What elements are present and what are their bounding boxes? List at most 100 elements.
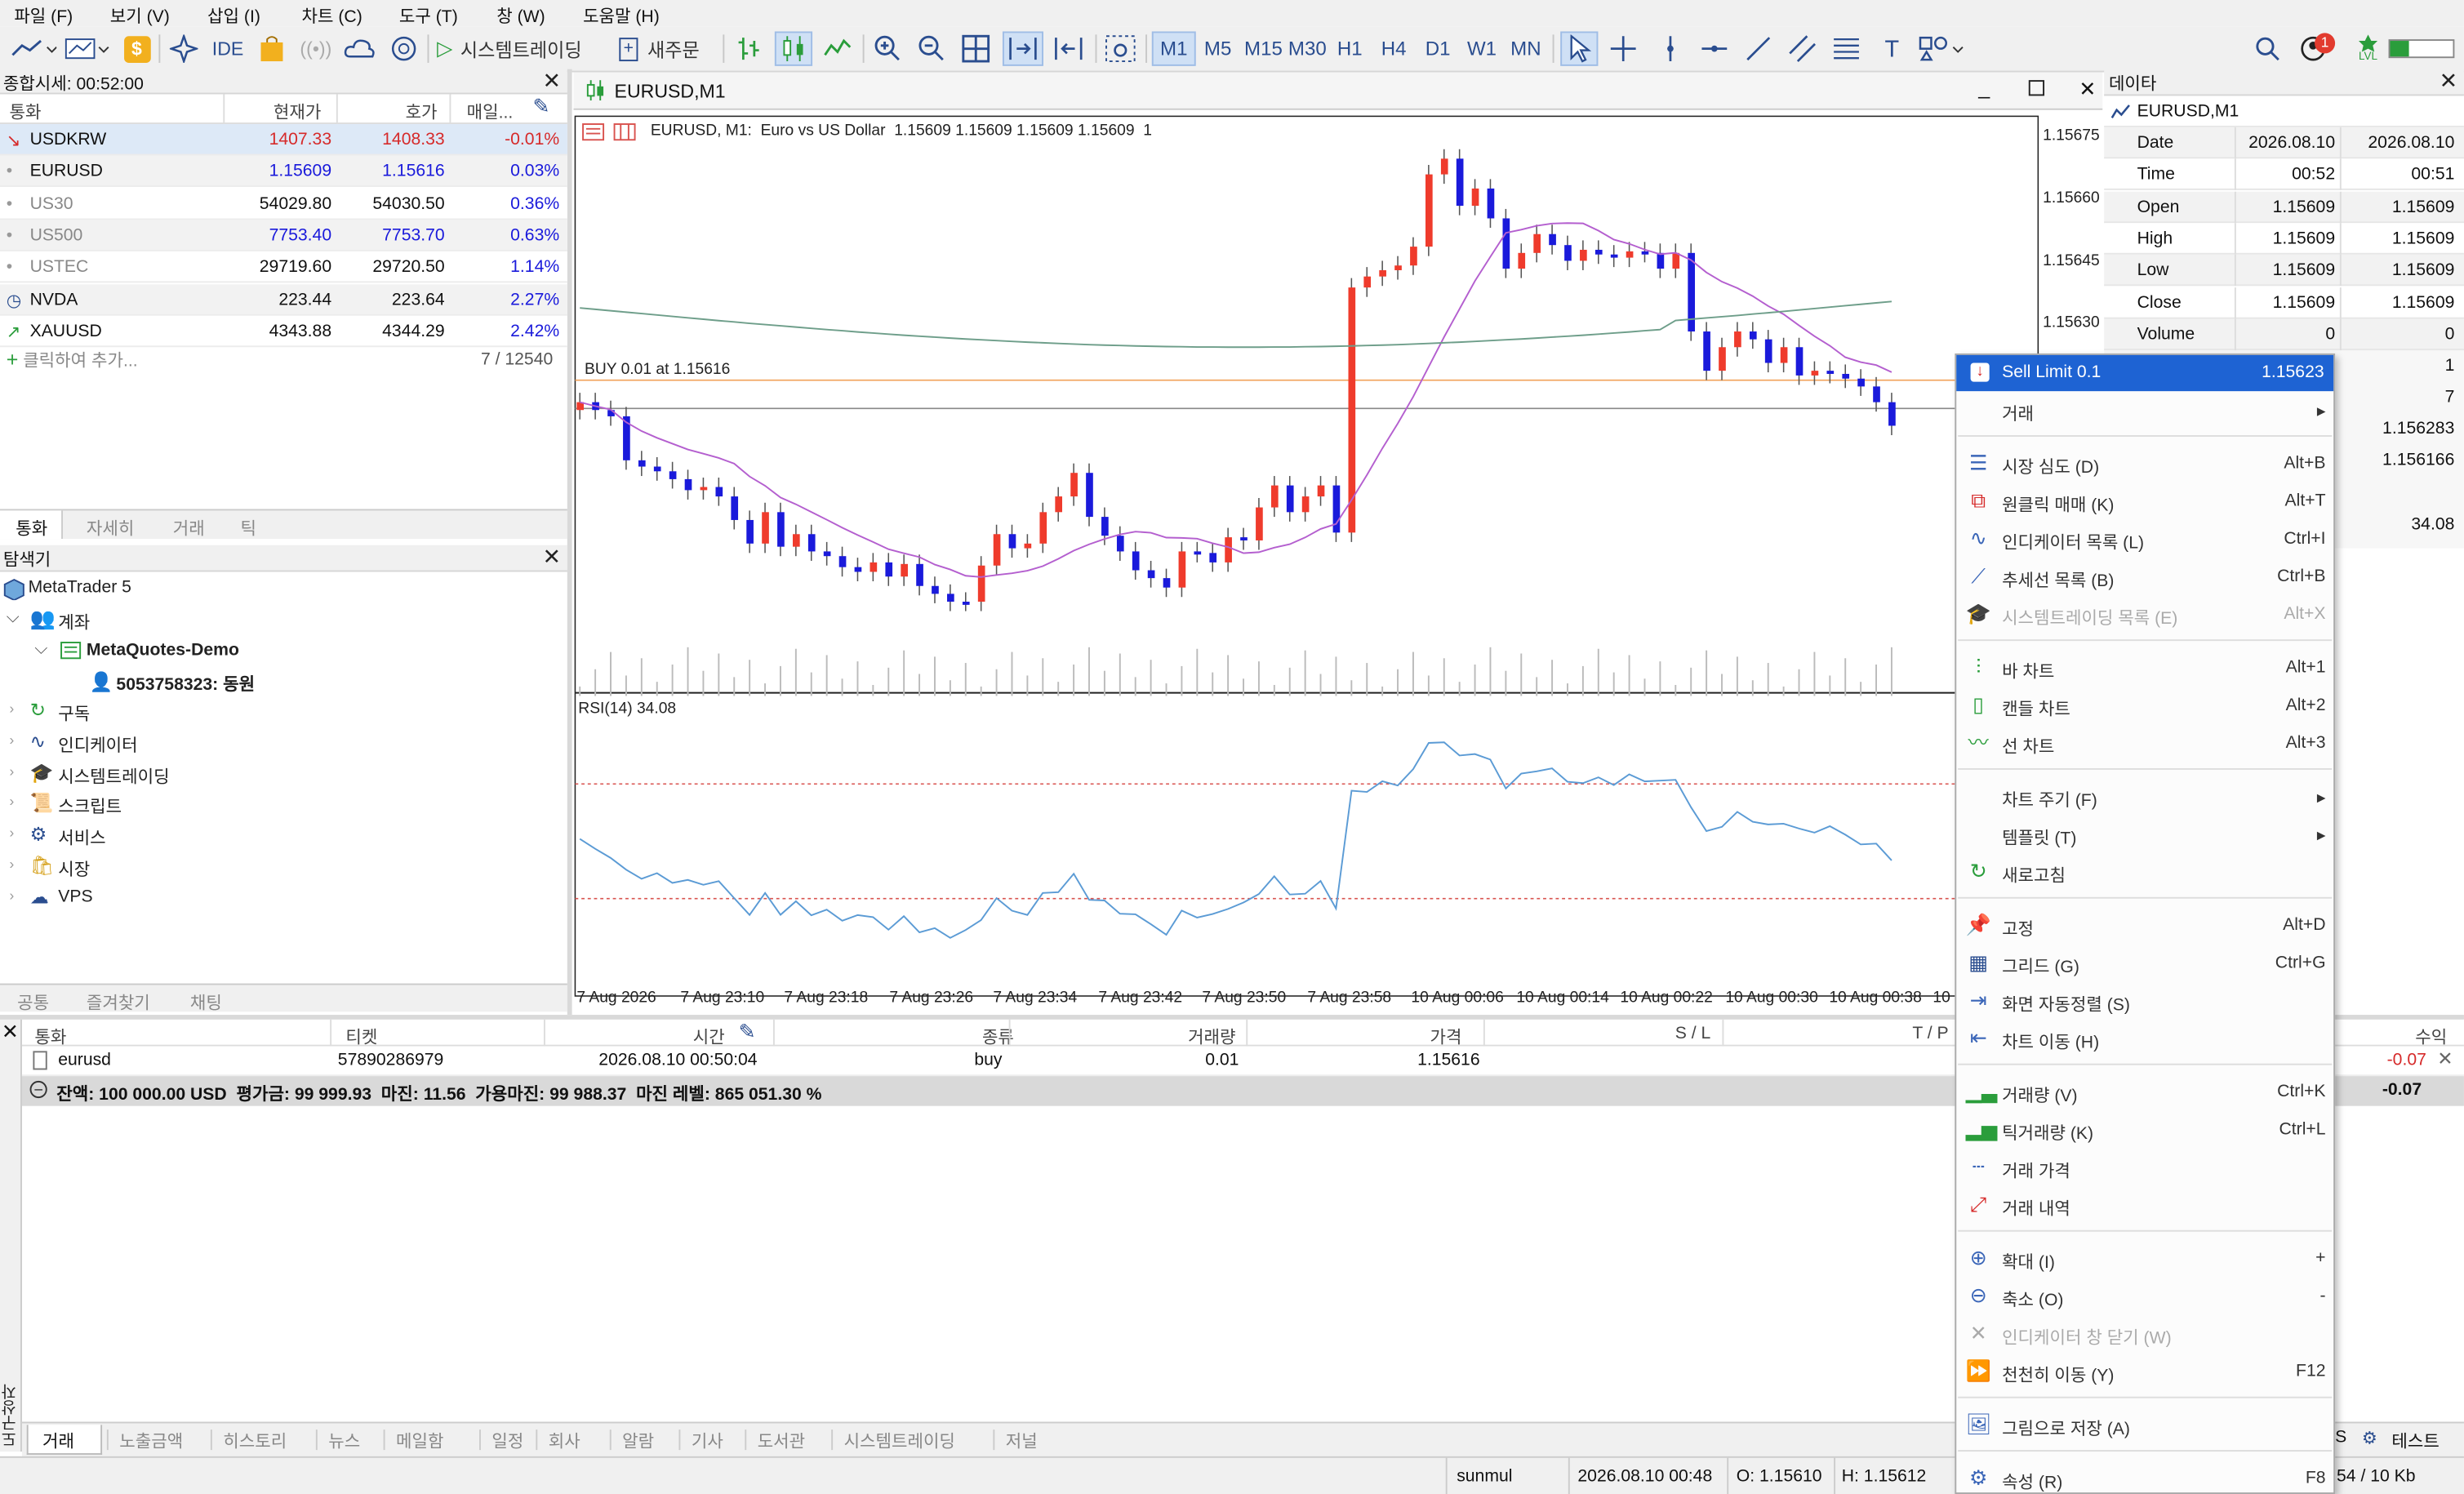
edit-columns-icon[interactable]: ✎ — [532, 94, 549, 119]
close-icon[interactable]: ✕ — [2440, 68, 2458, 95]
context-item-23[interactable]: ┄ 거래 가격 — [1955, 1149, 2335, 1186]
chart-shift-icon[interactable] — [1048, 31, 1089, 65]
timeframe-d1[interactable]: D1 — [1416, 31, 1460, 65]
mw-row-xauusd[interactable]: ↗ XAUUSD 4343.88 4344.29 2.42% — [0, 315, 567, 347]
context-item-29[interactable]: ⏩ 천천히 이동 (Y) F12 — [1955, 1353, 2335, 1390]
nav-account[interactable]: 5053758323: 동원 — [116, 671, 255, 696]
nav-tab-common[interactable]: 공통 — [17, 989, 49, 1015]
toolbox-tab-4[interactable]: 메일함 — [396, 1428, 443, 1453]
level-icon[interactable]: LVL — [2351, 31, 2385, 65]
mw-tab-details[interactable]: 자세히 — [87, 515, 134, 540]
context-item-18[interactable]: ⇥ 화면 자동정렬 (S) — [1955, 982, 2335, 1020]
context-item-5[interactable]: ⟋ 추세선 목록 (B) Ctrl+B — [1955, 558, 2335, 595]
trade-col-sl[interactable]: S / L — [1675, 1025, 1711, 1043]
buy-position-label[interactable]: BUY 0.01 at 1.15616 — [585, 362, 730, 379]
timeframe-m15[interactable]: M15 — [1240, 31, 1288, 65]
tab-s[interactable]: S — [2335, 1428, 2346, 1447]
mw-row-eurusd[interactable]: • EURUSD 1.15609 1.15616 0.03% — [0, 156, 567, 188]
context-item-9[interactable]: ▯ 캔들 차트 Alt+2 — [1955, 687, 2335, 724]
screenshot-icon[interactable] — [1101, 31, 1139, 65]
context-item-31[interactable]: 🖼 그림으로 저장 (A) — [1955, 1406, 2335, 1443]
context-item-17[interactable]: ▦ 그리드 (G) Ctrl+G — [1955, 945, 2335, 982]
expand-icon[interactable]: ⌵ — [34, 639, 47, 660]
market-bag-icon[interactable] — [255, 31, 289, 65]
trade-col-tp[interactable]: T / P — [1912, 1025, 1948, 1043]
expand-icon[interactable]: ⌵ — [7, 608, 20, 629]
cloud-icon[interactable] — [343, 31, 377, 65]
context-item-12[interactable]: 차트 주기 (F) ▸ — [1955, 778, 2335, 816]
toolbox-tab-2[interactable]: 히스토리 — [223, 1428, 287, 1453]
mw-row-us500[interactable]: • US500 7753.40 7753.70 0.63% — [0, 220, 567, 251]
mw-row-usdkrw[interactable]: ↘ USDKRW 1407.33 1408.33 -0.01% — [0, 124, 567, 156]
menu-insert[interactable]: 삽입 (I) — [207, 3, 260, 29]
search-icon[interactable] — [2250, 31, 2284, 65]
context-item-4[interactable]: ∿ 인디케이터 목록 (L) Ctrl+I — [1955, 520, 2335, 558]
nav-item-4[interactable]: 서비스 — [58, 825, 105, 851]
algo-trading-button[interactable]: ▷ 시스템트레이딩 — [437, 31, 613, 65]
menu-window[interactable]: 창 (W) — [496, 3, 545, 29]
nav-server[interactable]: MetaQuotes-Demo — [87, 641, 239, 660]
nav-item-6[interactable]: VPS — [58, 887, 92, 906]
expand-icon[interactable]: › — [10, 825, 15, 841]
chart-type-dropdown-icon[interactable] — [7, 31, 60, 65]
nav-item-3[interactable]: 스크립트 — [58, 794, 122, 820]
cursor-icon[interactable] — [1560, 31, 1599, 66]
minimize-icon[interactable]: _ — [1978, 75, 1990, 99]
collapse-icon[interactable]: – — [29, 1080, 47, 1099]
vertical-line-icon[interactable] — [1652, 31, 1689, 65]
nav-root[interactable]: MetaTrader 5 — [29, 578, 131, 597]
toolbox-tab-5[interactable]: 일정 — [491, 1428, 523, 1453]
timeframe-h1[interactable]: H1 — [1328, 31, 1372, 65]
context-item-2[interactable]: ☰ 시장 심도 (D) Alt+B — [1955, 445, 2335, 482]
timeframe-m1[interactable]: M1 — [1151, 31, 1196, 66]
fibonacci-icon[interactable] — [1827, 31, 1865, 65]
trendline-icon[interactable] — [1740, 31, 1777, 65]
mw-col-change[interactable]: 매일... — [467, 99, 514, 124]
context-item-10[interactable]: 〰 선 차트 Alt+3 — [1955, 724, 2335, 762]
mw-row-us30[interactable]: • US30 54029.80 54030.50 0.36% — [0, 188, 567, 220]
edit-columns-icon[interactable]: ✎ — [739, 1020, 756, 1045]
context-item-8[interactable]: ⫶ 바 차트 Alt+1 — [1955, 649, 2335, 687]
expand-icon[interactable]: › — [10, 794, 15, 810]
zoom-out-icon[interactable] — [913, 31, 950, 65]
toolbox-tab-6[interactable]: 회사 — [549, 1428, 580, 1453]
mw-col-ask[interactable]: 호가 — [406, 99, 438, 124]
mw-col-symbol[interactable]: 통화 — [10, 99, 42, 124]
ide-button[interactable]: IDE — [204, 31, 251, 65]
context-item-13[interactable]: 템플릿 (T) ▸ — [1955, 816, 2335, 853]
menu-charts[interactable]: 차트 (C) — [302, 3, 362, 29]
toolbox-tab-1[interactable]: 노출금액 — [119, 1428, 183, 1453]
mw-row-ustec[interactable]: • USTEC 29719.60 29720.50 1.14% — [0, 251, 567, 283]
expand-icon[interactable]: › — [10, 700, 15, 716]
text-tool-icon[interactable]: T — [1873, 31, 1910, 65]
timeframe-w1[interactable]: W1 — [1460, 31, 1504, 65]
tile-windows-icon[interactable] — [957, 31, 994, 65]
mw-row-nvda[interactable]: ◷ NVDA 223.44 223.64 2.27% — [0, 283, 567, 315]
expand-icon[interactable]: › — [10, 731, 15, 747]
mw-add-symbol[interactable]: + 클릭하여 추가... — [7, 347, 138, 372]
signal-icon[interactable]: ((•)) — [299, 31, 333, 65]
close-icon[interactable]: ✕ — [2, 1020, 19, 1045]
close-icon[interactable]: ✕ — [2079, 77, 2096, 102]
context-item-22[interactable]: ▂▅ 틱거래량 (K) Ctrl+L — [1955, 1110, 2335, 1148]
auto-scroll-icon[interactable] — [1002, 31, 1044, 66]
expand-icon[interactable]: › — [10, 763, 15, 778]
nav-item-2[interactable]: 시스템트레이딩 — [58, 763, 169, 788]
mw-tab-symbols[interactable]: 통화 — [16, 515, 47, 540]
toolbox-tab-10[interactable]: 시스템트레이딩 — [844, 1428, 955, 1453]
close-icon[interactable]: ✕ — [543, 544, 562, 571]
horizontal-line-icon[interactable] — [1696, 31, 1733, 65]
nav-item-1[interactable]: 인디케이터 — [58, 731, 137, 757]
zoom-in-icon[interactable] — [869, 31, 906, 65]
menu-view[interactable]: 보기 (V) — [110, 3, 170, 29]
mw-tab-ticks[interactable]: 틱 — [240, 515, 256, 540]
toolbox-tab-9[interactable]: 도서관 — [758, 1428, 805, 1453]
expand-icon[interactable]: › — [10, 856, 15, 872]
bar-chart-icon[interactable] — [731, 31, 768, 65]
close-icon[interactable]: ✕ — [543, 68, 562, 95]
timeframe-m5[interactable]: M5 — [1196, 31, 1240, 65]
mw-tab-trading[interactable]: 거래 — [173, 515, 205, 540]
price-chart[interactable] — [574, 112, 2103, 1014]
context-item-24[interactable]: ⤢ 거래 내역 — [1955, 1186, 2335, 1224]
toolbox-tab-11[interactable]: 저널 — [1006, 1428, 1038, 1453]
